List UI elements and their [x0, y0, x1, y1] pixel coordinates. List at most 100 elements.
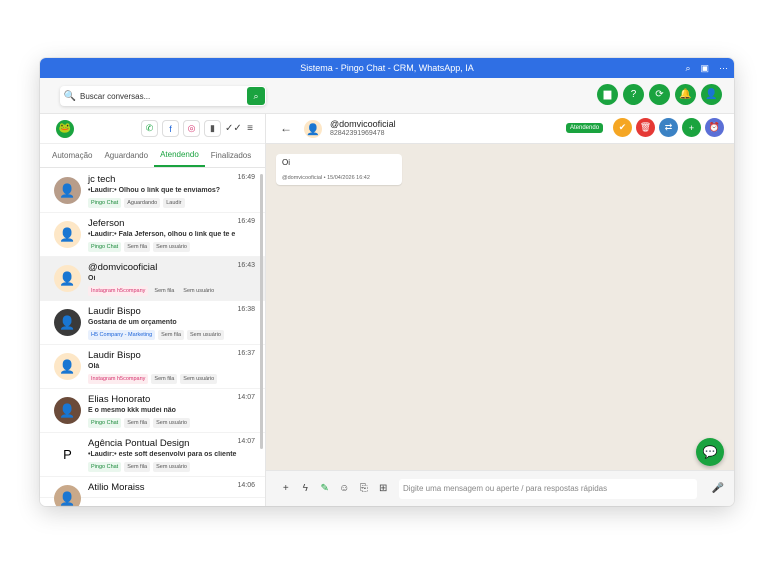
chat-panel: ← 👤 @domvicooficial 82842391969478 Atend… [266, 114, 734, 506]
contact-name: @domvicooficial [330, 119, 396, 129]
lightning-icon[interactable]: ϟ [296, 483, 316, 494]
more-icon[interactable]: ⋯ [719, 61, 728, 75]
flow-icon[interactable]: ⊞ [374, 483, 394, 494]
scrollbar[interactable] [260, 174, 263, 449]
refresh-icon[interactable]: ⟳ [649, 84, 670, 105]
messenger-filter-icon[interactable]: ▮ [204, 120, 221, 137]
delete-icon[interactable]: 🗑 [636, 118, 655, 137]
conversation-preview: Gostaria de um orçamento [88, 319, 177, 326]
chat-header: ← 👤 @domvicooficial 82842391969478 Atend… [266, 114, 734, 144]
pingo-logo-icon: 🐸 [56, 119, 74, 138]
tag-badge: Sem usuário [153, 462, 190, 472]
conversation-item[interactable]: 👤 Laudir Bispo 16:37 Olá Instagram h5company… [40, 345, 265, 389]
message-input[interactable] [399, 478, 697, 499]
conversation-time: 16:49 [237, 218, 255, 225]
conversation-tags: Pingo Chat Aguardando Laudir [88, 198, 257, 208]
tag-badge: Sem usuário [180, 374, 218, 384]
message-text: Oi [282, 158, 290, 167]
contact-avatar: 👤 [304, 120, 322, 138]
schedule-icon[interactable]: ⏰ [705, 118, 724, 137]
tag-badge: Sem usuário [153, 418, 190, 428]
tag-badge: Sem usuário [187, 330, 224, 340]
tag-badge: Sem fila [151, 286, 178, 296]
chat-actions: ✔ 🗑 ⇄ + ⏰ [613, 118, 724, 137]
add-icon[interactable]: + [682, 118, 701, 137]
conversation-item[interactable]: 👤 Laudir Bispo 16:38 Gostaria de um orçamen… [40, 301, 265, 345]
conversation-time: 14:07 [237, 438, 255, 445]
conversation-preview: •Laudir:• Olhou o link que te enviamos? [88, 187, 221, 194]
tag-badge: Pingo Chat [88, 198, 122, 208]
top-actions: ▆? ⟳ 🔔 👤 [597, 84, 722, 105]
conversation-sidebar: 🐸 ✆ f ◎ ▮ ✓✓ ≡ Automação Aguardando Atende… [40, 114, 266, 506]
tag-badge: Sem fila [124, 418, 151, 428]
search-input[interactable] [80, 91, 247, 101]
instagram-filter-icon[interactable]: ◎ [183, 120, 200, 137]
filter-icon[interactable]: ≡ [243, 123, 257, 134]
microphone-icon[interactable]: 🎤 [712, 483, 724, 494]
transfer-icon[interactable]: ⇄ [659, 118, 678, 137]
conversation-tags: Pingo Chat Sem fila Sem usuário [88, 462, 257, 472]
conversation-time: 16:37 [237, 350, 255, 357]
conversation-item[interactable]: 👤 Elias Honorato 14:07 E o mesmo kkk mudei … [40, 389, 265, 433]
title-bar: Sistema - Pingo Chat - CRM, WhatsApp, IA… [40, 58, 734, 78]
tab-automação[interactable]: Automação [40, 144, 98, 167]
avatar: 👤 [54, 265, 81, 292]
tag-badge: Sem fila [124, 242, 151, 252]
conversation-tags: Instagram h5company Sem fila Sem usuário [88, 374, 257, 384]
top-bar: 🔍 ⌕ ▆?⟳🔔👤 [40, 78, 734, 114]
plus-icon[interactable]: + [276, 483, 296, 494]
avatar: 👤 [54, 177, 81, 204]
avatar: 👤 [54, 353, 81, 380]
tag-badge: Sem fila [158, 330, 185, 340]
pen-icon[interactable]: ✎ [315, 483, 335, 494]
conversation-item[interactable]: 👤 Atilio Moraiss 14:06 [40, 477, 265, 506]
conversation-item[interactable]: 👤 jc tech 16:49 •Laudir:• Olhou o link que … [40, 169, 265, 213]
double-check-icon[interactable]: ✓✓ [225, 123, 242, 134]
new-chat-button[interactable]: 💬 [696, 438, 724, 466]
conversation-preview: •Laudir:• este soft desenvolvi para os c… [88, 451, 237, 458]
zoom-icon[interactable]: ⌕ [685, 61, 690, 75]
user-icon[interactable]: 👤 [701, 84, 722, 105]
tab-finalizados[interactable]: Finalizados [205, 144, 257, 167]
conversation-name: Atilio Moraiss [88, 482, 145, 493]
avatar: 👤 [54, 309, 81, 336]
bell-icon[interactable]: 🔔 [675, 84, 696, 105]
conversation-time: 14:07 [237, 394, 255, 401]
tab-atendendo[interactable]: Atendendo [154, 144, 205, 167]
tag-badge: Laudir [163, 198, 185, 208]
tag-badge: Pingo Chat [88, 242, 122, 252]
cast-icon[interactable]: ▣ [700, 61, 709, 75]
chat-icon[interactable]: ▆ [597, 84, 618, 105]
conversation-name: Laudir Bispo [88, 306, 141, 317]
tag-badge: Sem usuário [153, 242, 190, 252]
app-window: Sistema - Pingo Chat - CRM, WhatsApp, IA… [40, 58, 734, 506]
avatar: 👤 [54, 221, 81, 248]
help-icon[interactable]: ? [623, 84, 644, 105]
attach-icon[interactable]: ⎘ [354, 483, 374, 494]
conversation-list: 👤 jc tech 16:49 •Laudir:• Olhou o link que … [40, 169, 265, 506]
back-arrow-icon[interactable]: ← [280, 121, 292, 135]
accept-icon[interactable]: ✔ [613, 118, 632, 137]
conversation-preview: •Laudir:• Fala Jeferson, olhou o link qu… [88, 231, 236, 238]
conversation-name: Jeferson [88, 218, 125, 229]
conversation-item[interactable]: 👤 Jeferson 16:49 •Laudir:• Fala Jeferson, o… [40, 213, 265, 257]
tab-aguardando[interactable]: Aguardando [98, 144, 154, 167]
search-icon: 🔍 [63, 90, 77, 102]
conversation-time: 16:43 [237, 262, 255, 269]
window-title: Sistema - Pingo Chat - CRM, WhatsApp, IA [300, 63, 474, 73]
avatar: 👤 [54, 485, 81, 506]
tag-badge: Sem fila [124, 462, 151, 472]
conversation-item[interactable]: 👤 @domvicooficial 16:43 Oi Instagram h5compa… [40, 257, 265, 301]
emoji-icon[interactable]: ☺ [335, 483, 355, 494]
search-button[interactable]: ⌕ [247, 87, 265, 105]
conversation-preview: Olá [88, 363, 100, 370]
conversation-preview: Oi [88, 275, 96, 282]
conversation-time: 16:49 [237, 174, 255, 181]
conversation-preview: E o mesmo kkk mudei não [88, 407, 176, 414]
conversation-item[interactable]: P Agência Pontual Design 14:07 •Laudir:• es… [40, 433, 265, 477]
conversation-name: jc tech [88, 174, 116, 185]
whatsapp-filter-icon[interactable]: ✆ [141, 120, 158, 137]
tag-badge: Sem usuário [180, 286, 218, 296]
facebook-filter-icon[interactable]: f [162, 120, 179, 137]
conversation-name: Elias Honorato [88, 394, 151, 405]
